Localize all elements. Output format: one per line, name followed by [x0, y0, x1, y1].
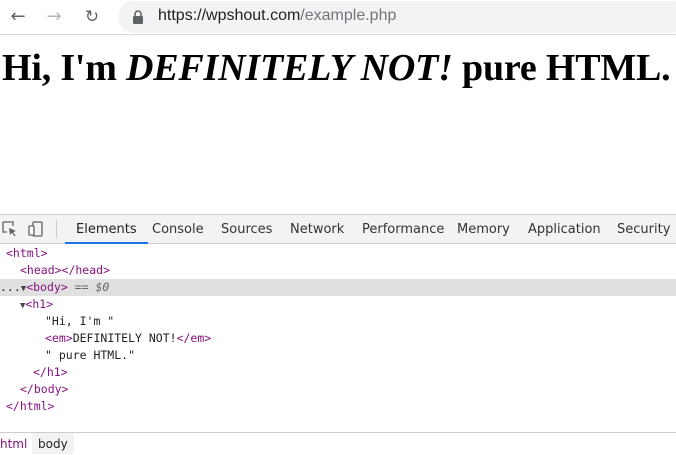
dom-node-em[interactable]: <em>DEFINITELY NOT!</em> — [0, 330, 676, 347]
url-host: https://wpshout.com — [158, 7, 301, 24]
dom-text-node[interactable]: "Hi, I'm " — [0, 313, 676, 330]
dom-node-html-close[interactable]: </html> — [0, 398, 676, 415]
em-text: DEFINITELY NOT! — [72, 331, 177, 345]
tab-performance[interactable]: Performance — [362, 215, 444, 243]
dom-text-node[interactable]: " pure HTML." — [0, 347, 676, 364]
address-bar[interactable]: https://wpshout.com/example.php — [118, 1, 676, 33]
html-open-tag: <html> — [6, 246, 48, 260]
tab-console[interactable]: Console — [152, 215, 204, 243]
text-node-1: "Hi, I'm " — [45, 314, 115, 328]
em-close-tag: </em> — [176, 331, 212, 345]
inspect-element-icon[interactable] — [2, 221, 18, 237]
heading-text-after: pure HTML. — [452, 47, 671, 89]
page-viewport: Hi, I'm DEFINITELY NOT! pure HTML. — [0, 35, 676, 214]
back-arrow-icon[interactable]: ← — [8, 7, 28, 27]
reload-icon[interactable]: ↻ — [82, 7, 102, 27]
dom-node-h1-close[interactable]: </h1> — [0, 364, 676, 381]
dom-node-head[interactable]: <head></head> — [0, 262, 676, 279]
tab-security[interactable]: Security — [617, 215, 670, 243]
lock-icon[interactable] — [132, 10, 144, 24]
body-open-tag: <body> — [26, 280, 68, 294]
body-close-tag: </body> — [20, 382, 69, 396]
em-open-tag: <em> — [45, 331, 73, 345]
breadcrumb: html body — [0, 432, 676, 454]
html-close-tag: </html> — [6, 399, 55, 413]
selected-node-marker: == $0 — [74, 280, 110, 294]
dom-node-body-close[interactable]: </body> — [0, 381, 676, 398]
tab-sources[interactable]: Sources — [221, 215, 272, 243]
devtools-tab-bar: Elements Console Sources Network Perform… — [0, 215, 676, 244]
heading-emphasis: DEFINITELY NOT! — [126, 47, 453, 89]
tab-application[interactable]: Application — [528, 215, 601, 243]
tab-elements[interactable]: Elements — [65, 215, 148, 244]
heading-text-before: Hi, I'm — [2, 47, 127, 89]
url-path: /example.php — [300, 7, 397, 24]
forward-arrow-icon[interactable]: → — [44, 7, 64, 27]
page-heading: Hi, I'm DEFINITELY NOT! pure HTML. — [2, 46, 671, 90]
dom-node-h1[interactable]: ▼<h1> — [0, 296, 676, 313]
h1-close-tag: </h1> — [33, 365, 68, 379]
toolbar-divider — [56, 220, 57, 238]
breadcrumb-body[interactable]: body — [32, 433, 74, 454]
h1-open-tag: <h1> — [25, 297, 54, 311]
dom-tree: <html> <head></head> ...▼<body> == $0 ▼<… — [0, 245, 676, 415]
devtools-panel: Elements Console Sources Network Perform… — [0, 214, 676, 454]
dom-node-html[interactable]: <html> — [0, 245, 676, 262]
tab-memory[interactable]: Memory — [457, 215, 510, 243]
head-tag: <head></head> — [20, 263, 111, 277]
url-text[interactable]: https://wpshout.com/example.php — [158, 7, 396, 25]
breadcrumb-html[interactable]: html — [0, 433, 34, 454]
browser-toolbar: ← → ↻ https://wpshout.com/example.php — [0, 0, 676, 35]
more-dots[interactable]: ... — [0, 280, 21, 294]
device-toolbar-icon[interactable] — [28, 221, 44, 237]
dom-node-body[interactable]: ...▼<body> == $0 — [0, 279, 676, 296]
tab-network[interactable]: Network — [290, 215, 344, 243]
text-node-2: " pure HTML." — [45, 348, 136, 362]
